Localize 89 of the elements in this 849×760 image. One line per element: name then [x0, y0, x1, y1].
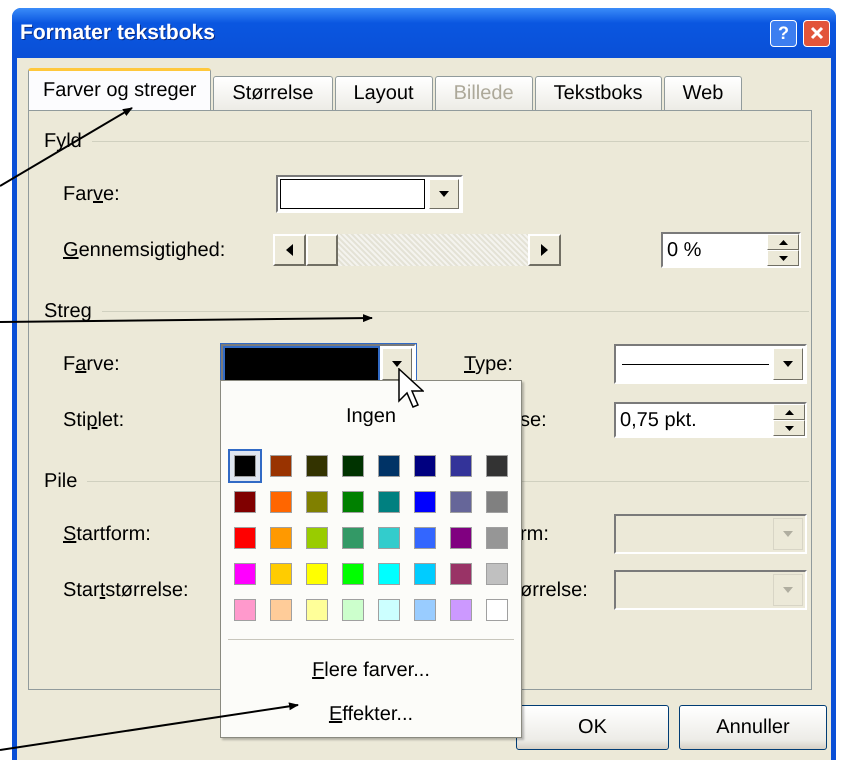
field-label: Stiplet:: [63, 408, 126, 432]
color-swatch[interactable]: [270, 455, 292, 477]
color-swatch[interactable]: [486, 599, 508, 621]
caret-icon: [783, 531, 793, 537]
color-swatch[interactable]: [234, 491, 256, 513]
color-swatch[interactable]: [234, 455, 256, 477]
help-button[interactable]: ?: [770, 20, 797, 46]
group-title: Streg: [44, 300, 92, 322]
spin-down-button[interactable]: [767, 250, 799, 266]
color-swatch[interactable]: [342, 599, 364, 621]
field-label: ørrelse:: [520, 578, 589, 602]
color-swatch[interactable]: [342, 491, 364, 513]
field-label: Startform:: [63, 522, 152, 546]
left-arrow-icon: [286, 244, 293, 256]
dialog-button[interactable]: Annuller: [679, 705, 827, 750]
down-arrow-icon: [784, 426, 794, 430]
color-swatch[interactable]: [306, 491, 328, 513]
tab[interactable]: Web: [664, 76, 742, 110]
color-swatch[interactable]: [414, 563, 436, 585]
dialog-button[interactable]: OK: [516, 705, 669, 750]
caret-icon: [783, 361, 793, 367]
color-swatch[interactable]: [378, 527, 400, 549]
scroll-right-button[interactable]: [528, 234, 561, 266]
color-swatch[interactable]: [342, 563, 364, 585]
field-label: Type:: [464, 352, 514, 376]
group-title: Pile: [44, 470, 78, 492]
close-icon: [810, 26, 824, 40]
up-arrow-icon: [784, 410, 794, 414]
no-color-button[interactable]: Ingen: [228, 385, 514, 447]
field-label: Farve:: [63, 182, 121, 206]
field-label: Gennemsigtighed:: [63, 238, 226, 262]
color-swatch[interactable]: [342, 527, 364, 549]
color-swatch[interactable]: [306, 455, 328, 477]
spin-up-button[interactable]: [773, 404, 805, 420]
spin-field[interactable]: 0,75 pkt.: [614, 402, 807, 438]
color-swatch[interactable]: [306, 527, 328, 549]
menu-item[interactable]: Flere farver...: [228, 648, 514, 692]
down-arrow-icon: [778, 256, 788, 260]
color-swatch[interactable]: [270, 599, 292, 621]
color-swatch[interactable]: [486, 563, 508, 585]
field-value: 0,75 pkt.: [619, 408, 698, 432]
color-swatch[interactable]: [414, 599, 436, 621]
color-swatch[interactable]: [270, 527, 292, 549]
spin-up-button[interactable]: [767, 234, 799, 250]
caret-icon: [392, 361, 402, 367]
color-swatch[interactable]: [486, 455, 508, 477]
color-swatch[interactable]: [414, 527, 436, 549]
color-swatch[interactable]: [450, 563, 472, 585]
color-dropdown[interactable]: [276, 175, 463, 213]
color-swatch[interactable]: [342, 455, 364, 477]
field-label: Farve:: [63, 352, 121, 376]
tab[interactable]: Layout: [334, 76, 433, 110]
color-swatch[interactable]: [270, 491, 292, 513]
color-swatch[interactable]: [270, 563, 292, 585]
color-swatch[interactable]: [234, 599, 256, 621]
right-arrow-icon: [541, 244, 548, 256]
caret-icon: [783, 587, 793, 593]
scroll-left-button[interactable]: [273, 234, 306, 266]
caret-icon: [439, 191, 449, 197]
spin-field[interactable]: 0 %: [661, 232, 801, 268]
slider-thumb[interactable]: [306, 234, 338, 266]
color-swatch[interactable]: [378, 599, 400, 621]
color-swatch[interactable]: [378, 563, 400, 585]
field-value: 0 %: [666, 238, 702, 262]
color-swatch[interactable]: [486, 527, 508, 549]
color-swatch[interactable]: [378, 491, 400, 513]
color-swatch[interactable]: [306, 563, 328, 585]
up-arrow-icon: [778, 240, 788, 244]
menu-item[interactable]: Effekter...: [228, 692, 514, 736]
line-style-dropdown[interactable]: [614, 344, 807, 384]
color-swatch[interactable]: [450, 491, 472, 513]
color-swatch[interactable]: [414, 491, 436, 513]
color-swatch[interactable]: [234, 527, 256, 549]
color-swatch[interactable]: [414, 455, 436, 477]
tab[interactable]: Størrelse: [213, 76, 333, 110]
color-swatch[interactable]: [378, 455, 400, 477]
window-title: Formater tekstboks: [20, 21, 216, 45]
slider[interactable]: [273, 234, 561, 266]
color-swatch[interactable]: [450, 599, 472, 621]
close-button[interactable]: [803, 20, 830, 46]
field-label: Startstørrelse:: [63, 578, 190, 602]
color-swatch[interactable]: [486, 491, 508, 513]
spin-down-button[interactable]: [773, 420, 805, 436]
color-swatch[interactable]: [234, 563, 256, 585]
color-swatch[interactable]: [450, 455, 472, 477]
color-swatch[interactable]: [450, 527, 472, 549]
tab[interactable]: Tekstboks: [534, 76, 662, 110]
tab[interactable]: Farver og streger: [28, 68, 212, 110]
color-swatch[interactable]: [306, 599, 328, 621]
